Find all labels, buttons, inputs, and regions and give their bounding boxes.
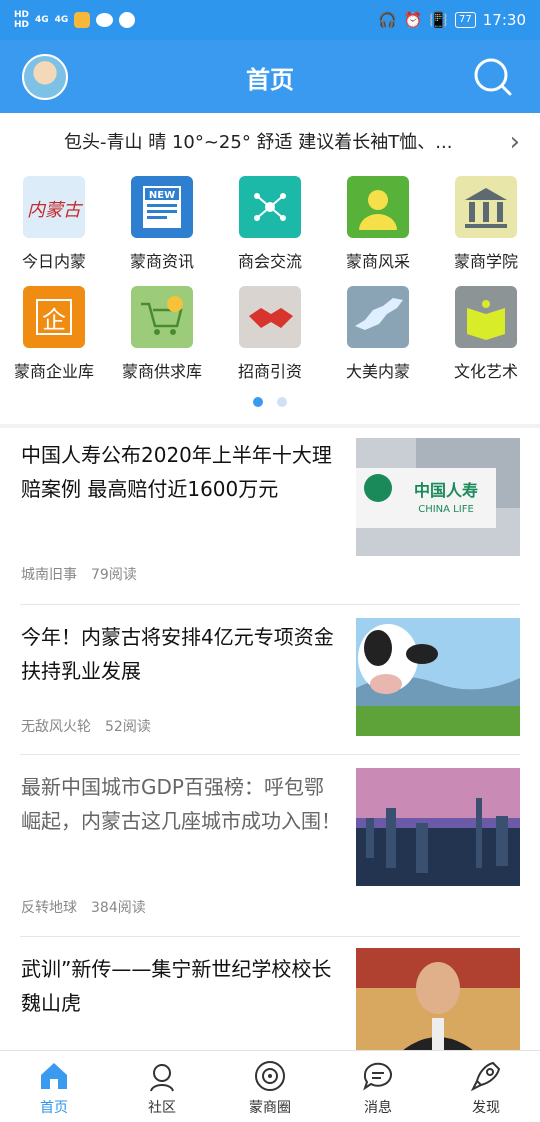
signal-icon-2: 4G	[54, 15, 69, 25]
category-label: 蒙商风采	[345, 252, 410, 271]
category-book[interactable]: 文化艺术	[432, 286, 540, 382]
svg-text:企: 企	[42, 306, 66, 334]
news-source: 无敌风火轮	[21, 719, 91, 735]
tab-home[interactable]: 首页	[0, 1051, 108, 1122]
headphone-icon: 🎧	[377, 11, 397, 29]
news-thumbnail: 中国人寿 CHINA LIFE	[356, 438, 520, 556]
status-right: 🎧 ⏰ 📳 77 17:30	[378, 11, 526, 29]
category-label: 蒙商供求库	[121, 362, 202, 381]
news-title: 今年！内蒙古将安排4亿元专项资金扶持乳业发展	[21, 625, 334, 683]
news-meta: 无敌风火轮 52阅读	[21, 716, 151, 736]
pager-dot[interactable]	[253, 397, 263, 407]
chat-notification-icon	[96, 13, 114, 27]
news-reads: 79阅读	[91, 567, 137, 583]
category-handshake[interactable]: 招商引资	[216, 286, 324, 382]
status-left: HD HD 4G 4G	[14, 10, 136, 30]
category-person[interactable]: 蒙商风采	[324, 176, 432, 272]
category-label: 商会交流	[237, 252, 302, 271]
svg-text:NEW: NEW	[149, 190, 175, 201]
news-reads: 52阅读	[105, 719, 151, 735]
pager-dots	[0, 397, 540, 407]
news-title: 最新中国城市GDP百强榜：呼包鄂崛起，内蒙古这几座城市成功入围！	[21, 775, 341, 833]
category-label: 蒙商资讯	[129, 252, 194, 271]
tab-label: 社区	[148, 1100, 176, 1116]
category-inner-mongolia-logo[interactable]: 内蒙古 今日内蒙	[0, 176, 108, 272]
browser-notification-icon	[119, 12, 136, 28]
message-icon	[363, 1062, 392, 1091]
vibrate-icon: 📳	[429, 11, 449, 29]
bottom-tab-bar: 首页 社区 蒙商圈 消息 发现	[0, 1050, 540, 1122]
news-separator	[20, 754, 520, 755]
community-icon	[150, 1064, 174, 1092]
tab-rocket[interactable]: 发现	[432, 1051, 540, 1122]
news-thumbnail	[356, 768, 520, 886]
category-label: 今日内蒙	[21, 252, 86, 271]
tab-circle[interactable]: 蒙商圈	[216, 1051, 324, 1122]
news-separator	[20, 936, 520, 937]
page-title: 首页	[246, 66, 294, 94]
tab-label: 消息	[364, 1100, 392, 1116]
weather-bar[interactable]: 包头-青山 晴 10°~25° 舒适 建议着长袖T恤、... ›	[0, 113, 540, 169]
book-icon	[455, 286, 517, 348]
search-icon[interactable]	[472, 56, 514, 98]
cart-icon	[131, 286, 193, 348]
tab-label: 首页	[40, 1100, 68, 1116]
alarm-icon: ⏰	[403, 11, 423, 29]
news-source: 城南旧事	[21, 567, 77, 583]
app-notification-icon	[74, 12, 91, 28]
news-reads: 384阅读	[91, 900, 146, 916]
category-map[interactable]: 大美内蒙	[324, 286, 432, 382]
news-thumbnail	[356, 618, 520, 736]
news-icon: NEW	[131, 176, 193, 238]
category-label: 招商引资	[237, 362, 302, 381]
status-bar: HD HD 4G 4G 🎧 ⏰ 📳 77 17:30	[0, 0, 540, 40]
category-label: 蒙商学院	[453, 252, 518, 271]
category-label: 文化艺术	[453, 362, 518, 381]
map-icon	[347, 286, 409, 348]
inner-mongolia-logo-icon: 内蒙古	[23, 176, 85, 238]
network-icon	[239, 176, 301, 238]
tab-community[interactable]: 社区	[108, 1051, 216, 1122]
section-divider	[0, 424, 540, 428]
svg-text:中国人寿: 中国人寿	[414, 481, 478, 500]
category-enterprise[interactable]: 企蒙商企业库	[0, 286, 108, 382]
enterprise-icon: 企	[23, 286, 85, 348]
news-meta: 反转地球 384阅读	[21, 897, 146, 917]
news-thumbnail	[356, 948, 520, 1066]
circle-icon	[255, 1061, 285, 1091]
chevron-right-icon[interactable]: ›	[510, 127, 520, 157]
handshake-icon	[239, 286, 301, 348]
category-grid: 内蒙古 今日内蒙 NEW 蒙商资讯 商会交流 蒙商风采 蒙商学院企蒙商企业库 蒙商供求库 招商引…	[0, 176, 540, 382]
pager-dot[interactable]	[277, 397, 287, 407]
category-academy[interactable]: 蒙商学院	[432, 176, 540, 272]
category-label: 蒙商企业库	[13, 362, 94, 381]
weather-text: 包头-青山 晴 10°~25° 舒适 建议着长袖T恤、...	[64, 132, 453, 153]
svg-text:CHINA LIFE: CHINA LIFE	[418, 504, 474, 515]
tab-message[interactable]: 消息	[324, 1051, 432, 1122]
tab-label: 蒙商圈	[249, 1100, 291, 1116]
battery-icon: 77	[455, 12, 476, 28]
category-label: 大美内蒙	[345, 362, 410, 381]
academy-icon	[455, 176, 517, 238]
signal-icon: 4G	[35, 15, 49, 25]
news-separator	[20, 604, 520, 605]
home-icon	[41, 1063, 67, 1089]
news-title: 中国人寿公布2020年上半年十大理赔案例 最高赔付近1600万元	[21, 443, 332, 501]
category-news[interactable]: NEW 蒙商资讯	[108, 176, 216, 272]
rocket-icon	[470, 1061, 501, 1092]
news-source: 反转地球	[21, 900, 77, 916]
clock: 17:30	[482, 11, 526, 29]
tab-label: 发现	[472, 1100, 500, 1116]
person-icon	[347, 176, 409, 238]
category-network[interactable]: 商会交流	[216, 176, 324, 272]
news-meta: 城南旧事 79阅读	[21, 564, 137, 584]
news-title: 武训”新传——集宁新世纪学校校长魏山虎	[21, 957, 332, 1015]
svg-text:内蒙古: 内蒙古	[27, 200, 84, 221]
hd-indicator: HD HD	[14, 10, 30, 30]
category-cart[interactable]: 蒙商供求库	[108, 286, 216, 382]
app-bar: 首页	[0, 40, 540, 113]
